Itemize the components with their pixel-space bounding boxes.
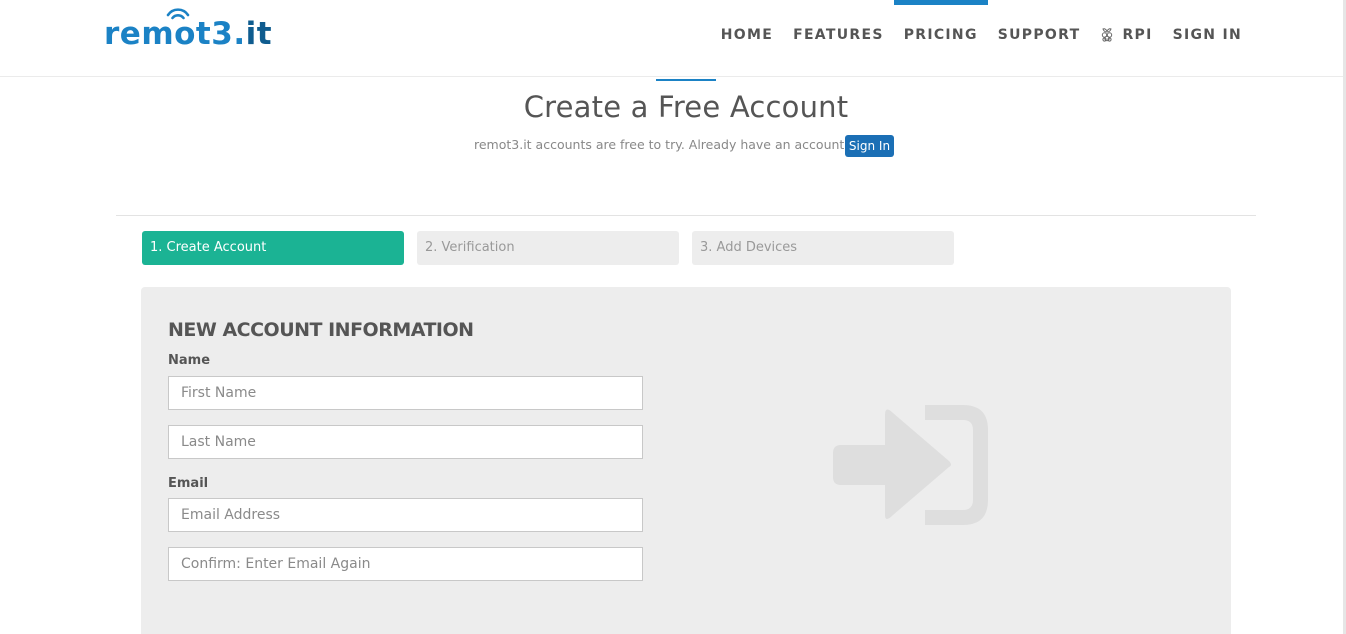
page-subtitle: remot3.it accounts are free to try. Alre… xyxy=(474,137,851,152)
title-accent-bar xyxy=(656,79,716,81)
logo[interactable]: remot3.it xyxy=(104,8,273,52)
email-label: Email xyxy=(168,476,209,491)
account-form-panel: NEW ACCOUNT INFORMATION Name Email xyxy=(141,287,1231,634)
logo-suffix: it xyxy=(245,16,273,52)
nav-pricing[interactable]: PRICING xyxy=(893,0,988,70)
nav-rpi-label: RPI xyxy=(1122,27,1153,43)
sign-in-button[interactable]: Sign In xyxy=(845,135,894,157)
page: remot3.it HOME FEATURES PRICING SUPPORT … xyxy=(0,0,1346,634)
name-label: Name xyxy=(168,353,211,368)
nav-features[interactable]: FEATURES xyxy=(793,0,884,70)
form-heading: NEW ACCOUNT INFORMATION xyxy=(168,319,474,341)
last-name-input[interactable] xyxy=(168,425,643,459)
confirm-email-input[interactable] xyxy=(168,547,643,581)
email-input[interactable] xyxy=(168,498,643,532)
logo-dot: . xyxy=(233,16,246,52)
wifi-icon xyxy=(166,8,190,20)
nav-rpi[interactable]: RPI xyxy=(1100,0,1152,70)
nav-home[interactable]: HOME xyxy=(721,0,773,70)
step-create-account[interactable]: 1. Create Account xyxy=(142,231,404,265)
sign-in-icon xyxy=(833,405,988,525)
step-verification[interactable]: 2. Verification xyxy=(417,231,679,265)
nav-support[interactable]: SUPPORT xyxy=(998,0,1081,70)
nav-sign-in[interactable]: SIGN IN xyxy=(1173,0,1242,70)
first-name-input[interactable] xyxy=(168,376,643,410)
page-title: Create a Free Account xyxy=(523,90,849,124)
main-nav: HOME FEATURES PRICING SUPPORT RPI SIGN I… xyxy=(701,0,1242,70)
site-header: remot3.it HOME FEATURES PRICING SUPPORT … xyxy=(0,0,1343,77)
raspberry-pi-icon xyxy=(1102,28,1113,42)
section-divider xyxy=(116,215,1256,216)
step-add-devices[interactable]: 3. Add Devices xyxy=(692,231,954,265)
